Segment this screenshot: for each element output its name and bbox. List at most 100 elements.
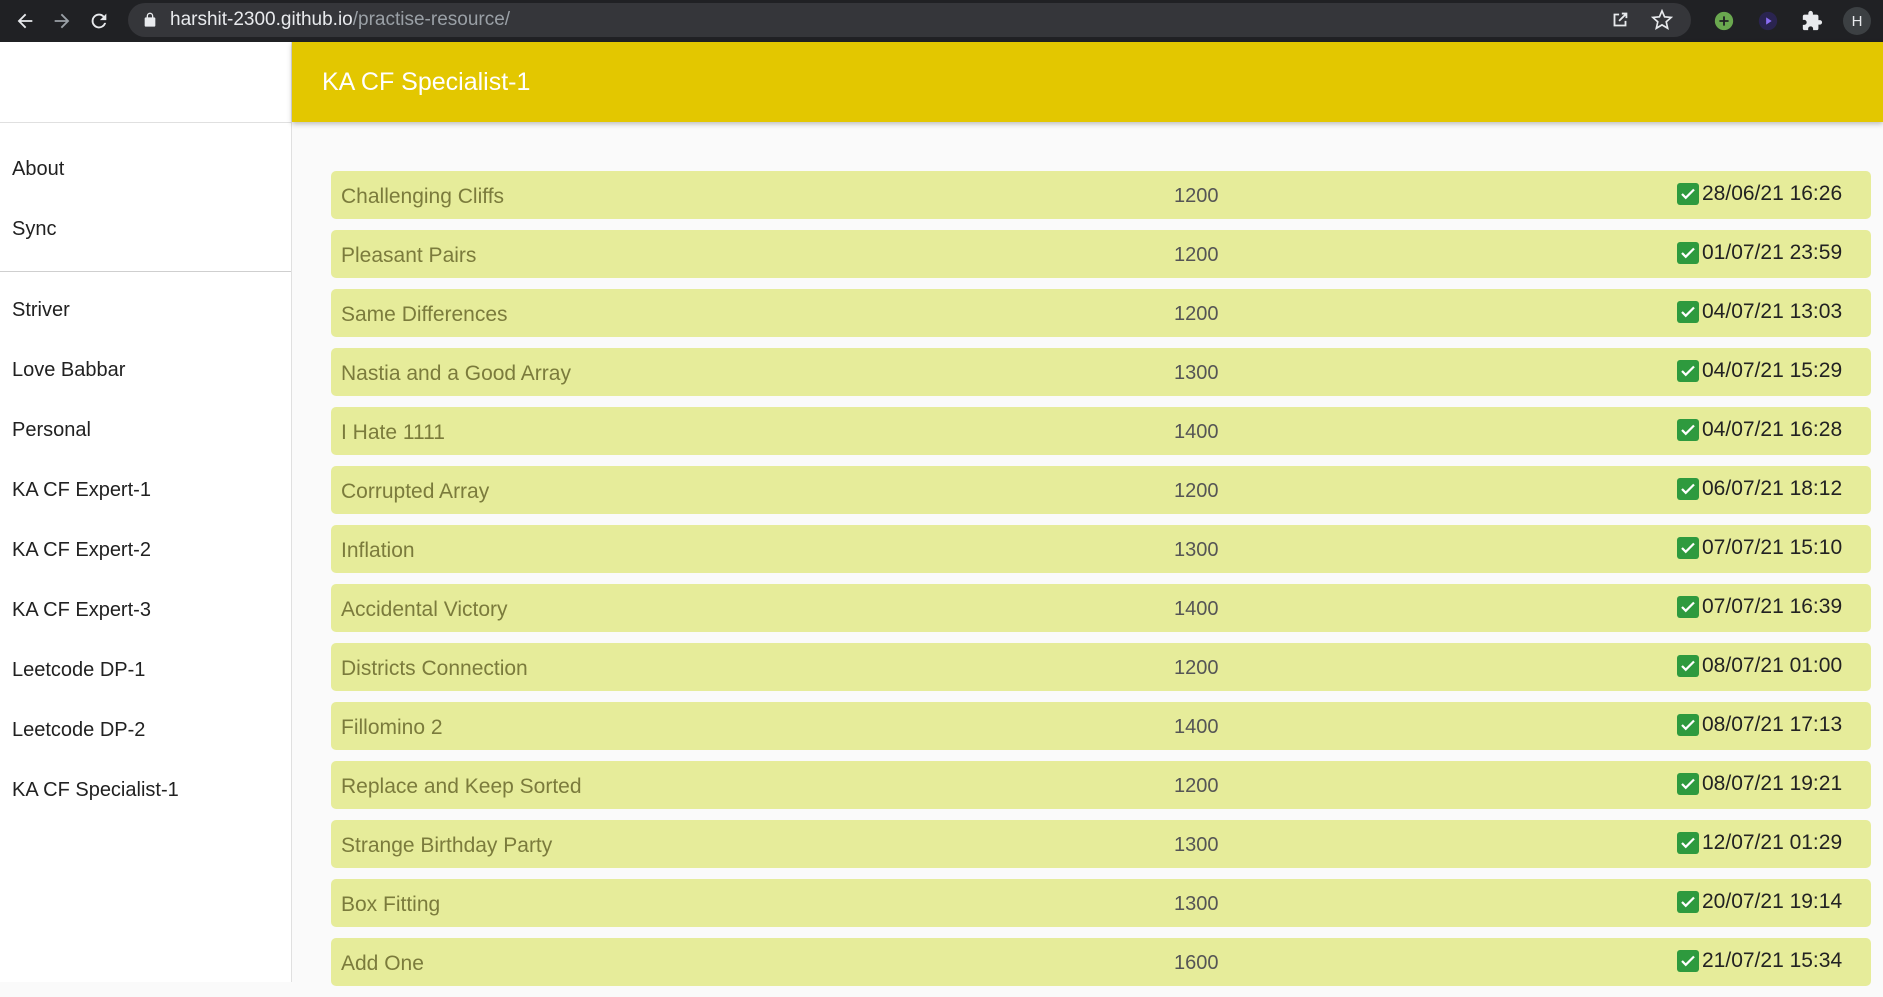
address-bar[interactable]: harshit-2300.github.io/practise-resource…	[128, 3, 1691, 37]
url-text: harshit-2300.github.io/practise-resource…	[170, 9, 510, 31]
page-title: KA CF Specialist-1	[322, 68, 531, 96]
problem-name[interactable]: Fillomino 2	[341, 716, 443, 740]
date-text: 12/07/21 01:29	[1702, 831, 1843, 854]
solved-date: 06/07/21 18:12	[1677, 477, 1842, 501]
back-arrow-icon[interactable]	[13, 9, 37, 33]
list-item[interactable]: Same Differences 1200 04/07/21 13:03	[331, 289, 1871, 337]
extension-play-icon[interactable]	[1755, 8, 1781, 34]
problem-rating: 1200	[1174, 775, 1219, 797]
list-item[interactable]: Fillomino 2 1400 08/07/21 17:13	[331, 702, 1871, 750]
list-item[interactable]: Districts Connection 1200 08/07/21 01:00	[331, 643, 1871, 691]
problem-name[interactable]: Pleasant Pairs	[341, 244, 476, 268]
checkbox-checked-icon[interactable]	[1677, 891, 1699, 913]
problem-rating: 1400	[1174, 716, 1219, 738]
sidebar-item-love-babbar[interactable]: Love Babbar	[0, 340, 291, 400]
star-icon[interactable]	[1651, 9, 1673, 31]
list-item[interactable]: I Hate 1111 1400 04/07/21 16:28	[331, 407, 1871, 455]
date-text: 21/07/21 15:34	[1702, 949, 1843, 972]
problem-name[interactable]: I Hate 1111	[341, 421, 445, 445]
list-item[interactable]: Nastia and a Good Array 1300 04/07/21 15…	[331, 348, 1871, 396]
problem-name[interactable]: Add One	[341, 952, 424, 976]
date-text: 07/07/21 15:10	[1702, 536, 1843, 559]
solved-date: 28/06/21 16:26	[1677, 182, 1842, 206]
list-item[interactable]: Add One 1600 21/07/21 15:34	[331, 938, 1871, 986]
reload-icon[interactable]	[87, 9, 111, 33]
date-text: 20/07/21 19:14	[1702, 890, 1843, 913]
sidebar-item-about[interactable]: About	[0, 139, 291, 199]
list-item[interactable]: Corrupted Array 1200 06/07/21 18:12	[331, 466, 1871, 514]
sidebar-item-personal[interactable]: Personal	[0, 400, 291, 460]
date-text: 28/06/21 16:26	[1702, 182, 1843, 205]
sidebar-item-leetcode-dp-2[interactable]: Leetcode DP-2	[0, 700, 291, 760]
list-item[interactable]: Challenging Cliffs 1200 28/06/21 16:26	[331, 171, 1871, 219]
problem-rating: 1400	[1174, 421, 1219, 443]
solved-date: 08/07/21 19:21	[1677, 772, 1842, 796]
problem-rating: 1400	[1174, 598, 1219, 620]
problem-rating: 1300	[1174, 362, 1219, 384]
problem-name[interactable]: Box Fitting	[341, 893, 440, 917]
sidebar-item-ka-cf-expert-1[interactable]: KA CF Expert-1	[0, 460, 291, 520]
problem-name[interactable]: Accidental Victory	[341, 598, 508, 622]
list-item[interactable]: Inflation 1300 07/07/21 15:10	[331, 525, 1871, 573]
extension-green-icon[interactable]	[1711, 8, 1737, 34]
sidebar-item-ka-cf-specialist-1[interactable]: KA CF Specialist-1	[0, 760, 291, 820]
solved-date: 01/07/21 23:59	[1677, 241, 1842, 265]
problem-name[interactable]: Same Differences	[341, 303, 508, 327]
checkbox-checked-icon[interactable]	[1677, 596, 1699, 618]
date-text: 04/07/21 15:29	[1702, 359, 1843, 382]
problem-name[interactable]: Nastia and a Good Array	[341, 362, 571, 386]
solved-date: 20/07/21 19:14	[1677, 890, 1842, 914]
date-text: 08/07/21 19:21	[1702, 772, 1843, 795]
problem-name[interactable]: Challenging Cliffs	[341, 185, 504, 209]
checkbox-checked-icon[interactable]	[1677, 655, 1699, 677]
checkbox-checked-icon[interactable]	[1677, 301, 1699, 323]
list-item[interactable]: Strange Birthday Party 1300 12/07/21 01:…	[331, 820, 1871, 868]
solved-date: 04/07/21 16:28	[1677, 418, 1842, 442]
checkbox-checked-icon[interactable]	[1677, 537, 1699, 559]
problem-rating: 1300	[1174, 539, 1219, 561]
date-text: 04/07/21 16:28	[1702, 418, 1843, 441]
sidebar-list-group: Striver Love Babbar Personal KA CF Exper…	[0, 272, 291, 828]
url-path: /practise-resource/	[352, 9, 511, 30]
solved-date: 07/07/21 16:39	[1677, 595, 1842, 619]
sidebar-item-sync[interactable]: Sync	[0, 199, 291, 259]
problem-rating: 1200	[1174, 244, 1219, 266]
problem-rating: 1300	[1174, 893, 1219, 915]
forward-arrow-icon[interactable]	[50, 9, 74, 33]
sidebar-item-striver[interactable]: Striver	[0, 280, 291, 340]
problem-rating: 1200	[1174, 657, 1219, 679]
checkbox-checked-icon[interactable]	[1677, 832, 1699, 854]
date-text: 01/07/21 23:59	[1702, 241, 1843, 264]
checkbox-checked-icon[interactable]	[1677, 950, 1699, 972]
checkbox-checked-icon[interactable]	[1677, 478, 1699, 500]
checkbox-checked-icon[interactable]	[1677, 360, 1699, 382]
list-item[interactable]: Pleasant Pairs 1200 01/07/21 23:59	[331, 230, 1871, 278]
list-item[interactable]: Replace and Keep Sorted 1200 08/07/21 19…	[331, 761, 1871, 809]
date-text: 06/07/21 18:12	[1702, 477, 1843, 500]
problem-name[interactable]: Inflation	[341, 539, 415, 563]
checkbox-checked-icon[interactable]	[1677, 419, 1699, 441]
checkbox-checked-icon[interactable]	[1677, 714, 1699, 736]
problem-rating: 1200	[1174, 303, 1219, 325]
problem-rating: 1600	[1174, 952, 1219, 974]
checkbox-checked-icon[interactable]	[1677, 183, 1699, 205]
sidebar-item-leetcode-dp-1[interactable]: Leetcode DP-1	[0, 640, 291, 700]
problem-name[interactable]: Corrupted Array	[341, 480, 489, 504]
problem-name[interactable]: Strange Birthday Party	[341, 834, 552, 858]
solved-date: 21/07/21 15:34	[1677, 949, 1842, 973]
sidebar-item-ka-cf-expert-3[interactable]: KA CF Expert-3	[0, 580, 291, 640]
problem-name[interactable]: Districts Connection	[341, 657, 528, 681]
url-host: harshit-2300.github.io	[170, 9, 353, 30]
list-item[interactable]: Accidental Victory 1400 07/07/21 16:39	[331, 584, 1871, 632]
solved-date: 08/07/21 17:13	[1677, 713, 1842, 737]
sidebar-item-ka-cf-expert-2[interactable]: KA CF Expert-2	[0, 520, 291, 580]
list-item[interactable]: Box Fitting 1300 20/07/21 19:14	[331, 879, 1871, 927]
sidebar-top-group: About Sync	[0, 123, 291, 272]
checkbox-checked-icon[interactable]	[1677, 242, 1699, 264]
profile-avatar[interactable]: H	[1843, 7, 1871, 35]
puzzle-icon[interactable]	[1799, 8, 1825, 34]
share-icon[interactable]	[1609, 9, 1631, 31]
checkbox-checked-icon[interactable]	[1677, 773, 1699, 795]
date-text: 04/07/21 13:03	[1702, 300, 1843, 323]
problem-name[interactable]: Replace and Keep Sorted	[341, 775, 582, 799]
